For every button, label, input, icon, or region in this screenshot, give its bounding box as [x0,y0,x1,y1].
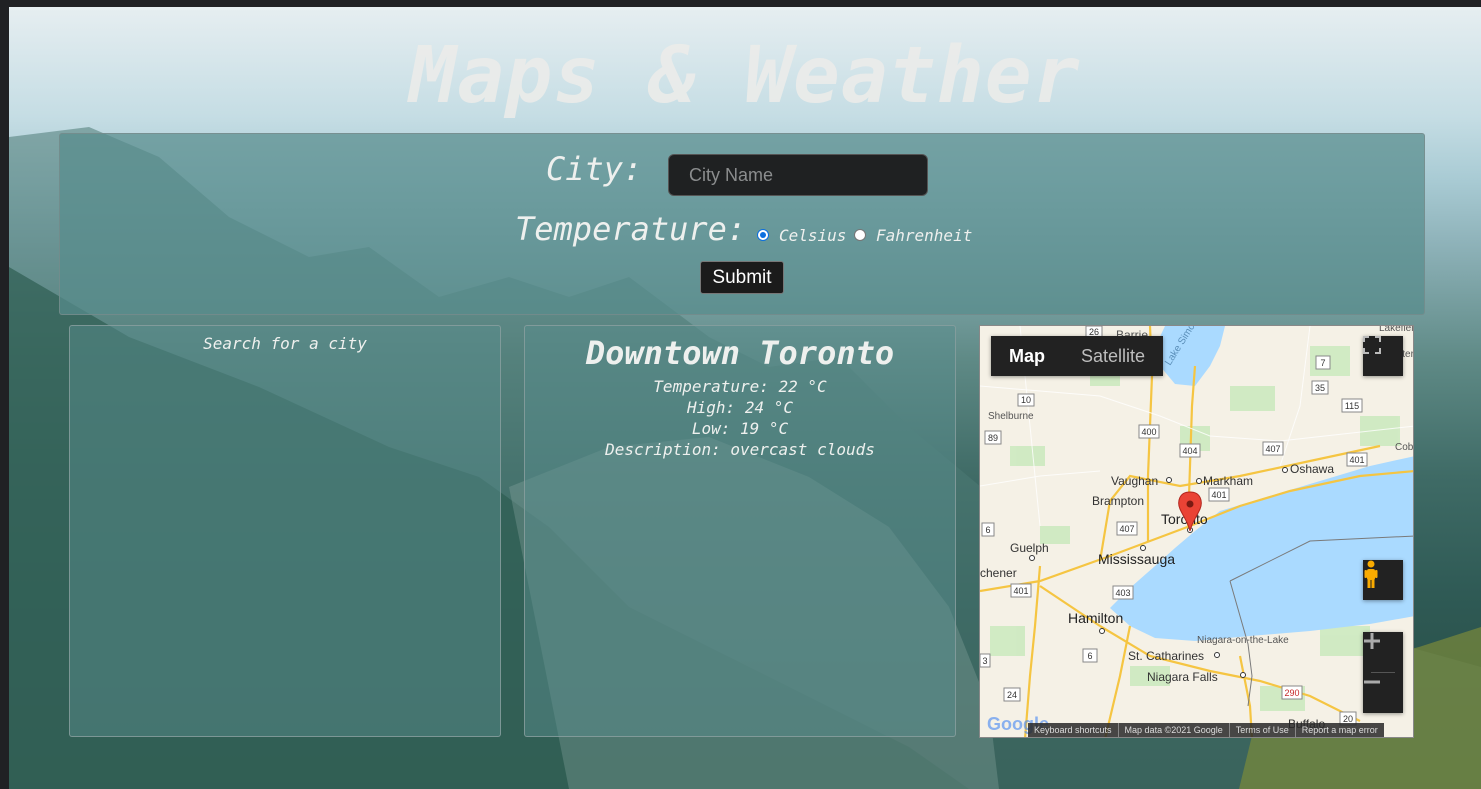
place-brampton: Brampton [1092,494,1144,508]
route-407-west: 407 [1119,524,1134,534]
weather-city: Downtown Toronto [585,334,895,372]
place-hamilton: Hamilton [1068,610,1123,626]
route-407-east: 407 [1265,444,1280,454]
place-guelph: Guelph [1010,541,1049,555]
app-frame: Maps & Weather City: Temperature: Celsiu… [9,7,1481,789]
map-attribution: Keyboard shortcuts Map data ©2021 Google… [1028,723,1384,737]
street-view-button[interactable] [1363,560,1403,600]
plus-icon [1364,633,1380,649]
zoom-in-button[interactable] [1363,632,1403,672]
route-403: 403 [1115,588,1130,598]
route-89: 89 [988,433,998,443]
keyboard-shortcuts-link[interactable]: Keyboard shortcuts [1028,723,1118,737]
city-label: City: [546,150,643,188]
zoom-controls [1363,632,1403,713]
submit-button[interactable]: Submit [700,261,784,294]
route-115: 115 [1345,401,1359,411]
fahrenheit-radio[interactable] [854,229,866,241]
terms-link[interactable]: Terms of Use [1228,723,1295,737]
place-niagara-falls: Niagara Falls [1147,670,1218,684]
place-vaughan: Vaughan [1111,474,1158,488]
minus-icon [1364,680,1380,684]
celsius-label[interactable]: Celsius [779,226,846,245]
page-title: Maps & Weather [409,31,1081,121]
route-6-west: 6 [985,525,990,535]
place-markham: Markham [1203,474,1253,488]
fullscreen-icon [1363,336,1381,354]
search-prompt: Search for a city [203,334,367,353]
zoom-out-button[interactable] [1363,673,1403,713]
search-results-panel: Search for a city [69,325,501,737]
route-404: 404 [1182,446,1197,456]
route-10: 10 [1021,395,1031,405]
place-kitchener: chener [980,566,1017,580]
temperature-label: Temperature: [515,210,747,248]
tab-map[interactable]: Map [991,336,1063,376]
route-401-west: 401 [1013,586,1028,596]
celsius-radio[interactable] [757,229,769,241]
place-st-catharines: St. Catharines [1128,649,1204,663]
tab-satellite[interactable]: Satellite [1063,336,1163,376]
place-oshawa: Oshawa [1290,462,1334,476]
route-401-east: 401 [1349,455,1364,465]
place-mississauga: Mississauga [1098,551,1175,567]
map-type-toggle: Map Satellite [991,336,1164,376]
place-lakefield: Lakefield [1379,326,1414,334]
map-data-text: Map data ©2021 Google [1117,723,1229,737]
city-input[interactable] [668,154,928,196]
weather-panel: Downtown Toronto Temperature: 22 °C High… [524,325,956,737]
route-7: 7 [1320,358,1325,368]
fullscreen-button[interactable] [1363,336,1403,376]
route-290: 290 [1284,688,1299,698]
weather-description: Description: overcast clouds [605,440,875,459]
weather-low: Low: 19 °C [691,419,789,438]
route-6-south: 6 [1087,651,1092,661]
map-canvas[interactable]: 26 7 35 115 10 89 400 404 407 401 401 40… [980,326,1414,738]
route-3: 3 [982,656,987,666]
weather-high: High: 24 °C [687,398,793,417]
pegman-icon [1364,560,1378,588]
place-cobourg: Cobo [1395,442,1414,453]
place-niagara-on-the-lake: Niagara-on-the-Lake [1197,635,1289,646]
route-24: 24 [1007,690,1017,700]
report-error-link[interactable]: Report a map error [1294,723,1384,737]
route-35: 35 [1315,383,1325,393]
weather-temperature: Temperature: 22 °C [653,377,827,396]
place-shelburne: Shelburne [988,411,1034,422]
route-401-north: 401 [1211,490,1226,500]
route-400: 400 [1141,427,1156,437]
search-form: City: Temperature: Celsius Fahrenheit Su… [59,133,1425,315]
map-widget[interactable]: 26 7 35 115 10 89 400 404 407 401 401 40… [979,325,1414,738]
fahrenheit-label[interactable]: Fahrenheit [876,226,972,245]
